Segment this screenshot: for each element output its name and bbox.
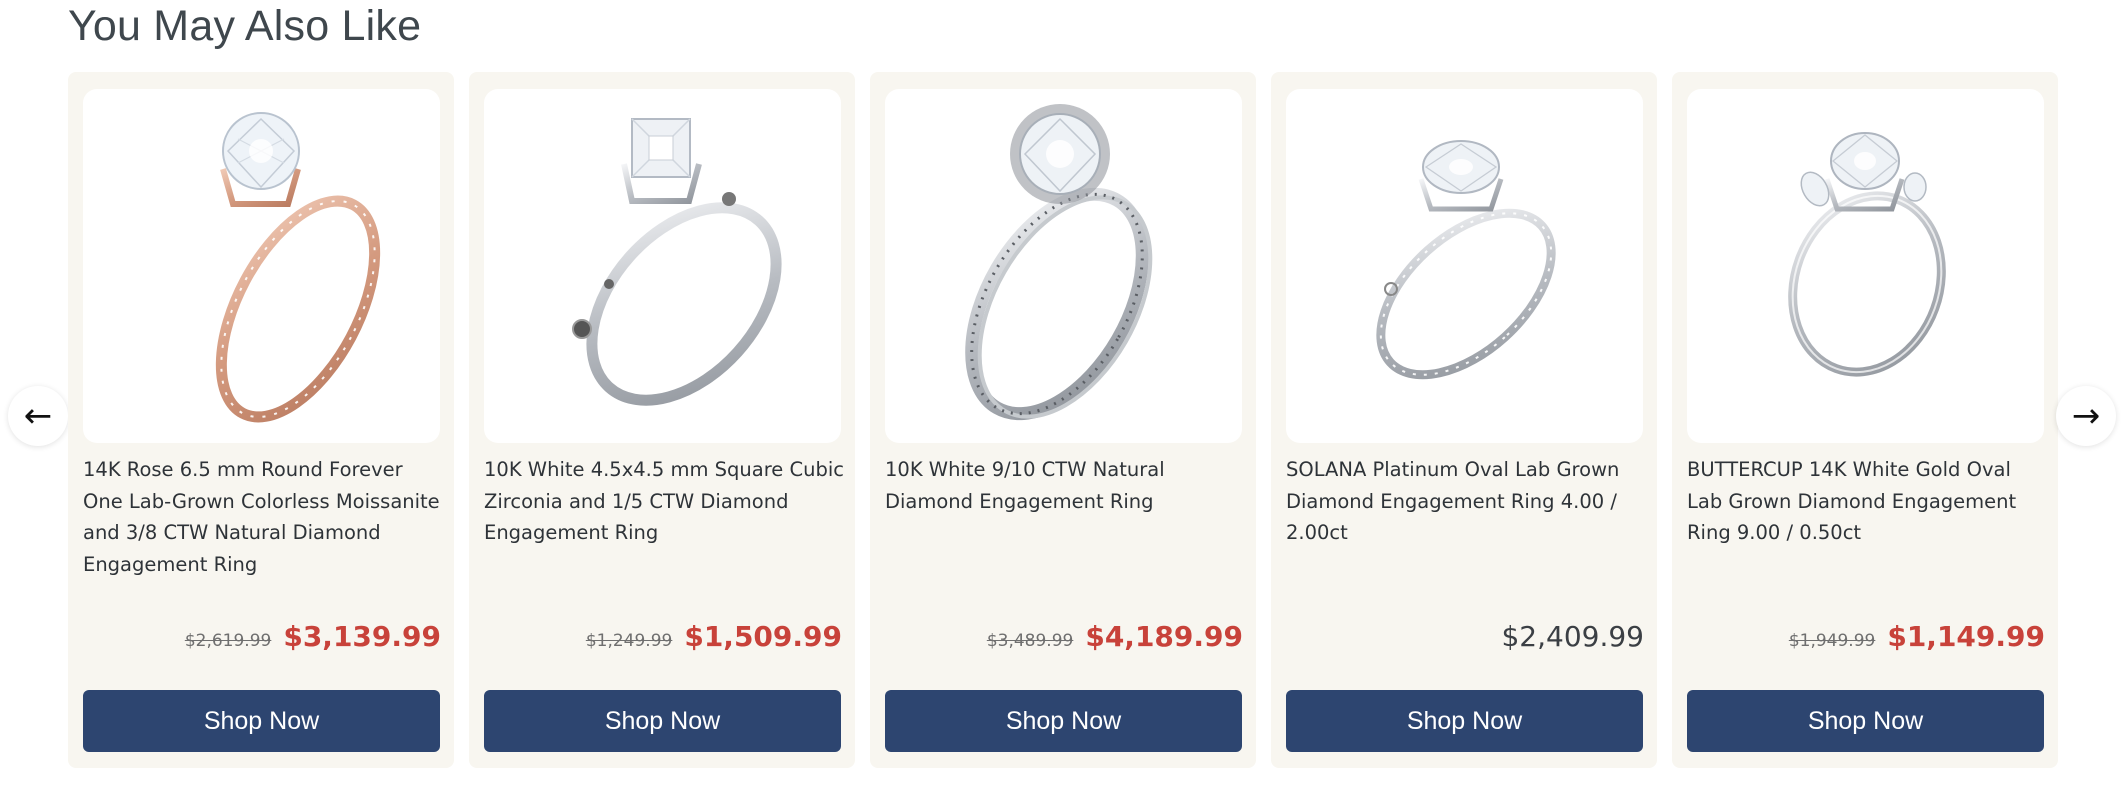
recommendations-section: You May Also Like ← 14K Rose 6.5 mm Roun… bbox=[0, 0, 2126, 790]
product-name[interactable]: SOLANA Platinum Oval Lab Grown Diamond E… bbox=[1286, 454, 1648, 549]
product-name[interactable]: 10K White 4.5x4.5 mm Square Cubic Zircon… bbox=[484, 454, 846, 549]
carousel-next-button[interactable]: → bbox=[2056, 386, 2116, 446]
price-row: $1,249.99 $1,509.99 bbox=[586, 620, 842, 653]
sale-price: $1,149.99 bbox=[1887, 620, 2045, 653]
shop-now-button[interactable]: Shop Now bbox=[885, 690, 1242, 752]
white-gold-halo-ring-image bbox=[965, 104, 1153, 421]
sale-price: $3,139.99 bbox=[283, 620, 441, 653]
original-price: $1,949.99 bbox=[1788, 631, 1876, 651]
original-price: $1,249.99 bbox=[585, 631, 673, 651]
white-gold-three-stone-ring-image bbox=[1788, 132, 1946, 377]
original-price: $2,619.99 bbox=[184, 631, 272, 651]
shop-now-button[interactable]: Shop Now bbox=[83, 690, 440, 752]
product-image[interactable] bbox=[1286, 89, 1643, 443]
regular-price: $2,409.99 bbox=[1501, 620, 1644, 653]
product-name[interactable]: 10K White 9/10 CTW Natural Diamond Engag… bbox=[885, 454, 1247, 517]
section-title: You May Also Like bbox=[68, 2, 422, 50]
shop-now-button[interactable]: Shop Now bbox=[1286, 690, 1643, 752]
product-image[interactable] bbox=[484, 89, 841, 443]
arrow-right-icon: → bbox=[2071, 396, 2101, 436]
carousel-prev-button[interactable]: ← bbox=[8, 386, 68, 446]
platinum-oval-ring-image bbox=[1376, 140, 1556, 380]
price-row: $1,949.99 $1,149.99 bbox=[1789, 620, 2045, 653]
product-card[interactable]: 10K White 4.5x4.5 mm Square Cubic Zircon… bbox=[469, 72, 855, 768]
product-name[interactable]: 14K Rose 6.5 mm Round Forever One Lab-Gr… bbox=[83, 454, 445, 580]
price-row: $3,489.99 $4,189.99 bbox=[987, 620, 1243, 653]
price-row: $2,409.99 bbox=[1501, 620, 1644, 653]
product-card[interactable]: 10K White 9/10 CTW Natural Diamond Engag… bbox=[870, 72, 1256, 768]
product-card[interactable]: SOLANA Platinum Oval Lab Grown Diamond E… bbox=[1271, 72, 1657, 768]
shop-now-button[interactable]: Shop Now bbox=[1687, 690, 2044, 752]
product-name[interactable]: BUTTERCUP 14K White Gold Oval Lab Grown … bbox=[1687, 454, 2049, 549]
shop-now-button[interactable]: Shop Now bbox=[484, 690, 841, 752]
rose-gold-solitaire-ring-image bbox=[215, 112, 381, 423]
product-image[interactable] bbox=[1687, 89, 2044, 443]
sale-price: $4,189.99 bbox=[1085, 620, 1243, 653]
product-image[interactable] bbox=[885, 89, 1242, 443]
white-gold-princess-ring-image bbox=[572, 118, 782, 406]
product-card[interactable]: BUTTERCUP 14K White Gold Oval Lab Grown … bbox=[1672, 72, 2058, 768]
price-row: $2,619.99 $3,139.99 bbox=[185, 620, 441, 653]
product-card[interactable]: 14K Rose 6.5 mm Round Forever One Lab-Gr… bbox=[68, 72, 454, 768]
arrow-left-icon: ← bbox=[23, 396, 53, 436]
product-carousel: 14K Rose 6.5 mm Round Forever One Lab-Gr… bbox=[68, 72, 2058, 768]
product-image[interactable] bbox=[83, 89, 440, 443]
original-price: $3,489.99 bbox=[986, 631, 1074, 651]
sale-price: $1,509.99 bbox=[684, 620, 842, 653]
